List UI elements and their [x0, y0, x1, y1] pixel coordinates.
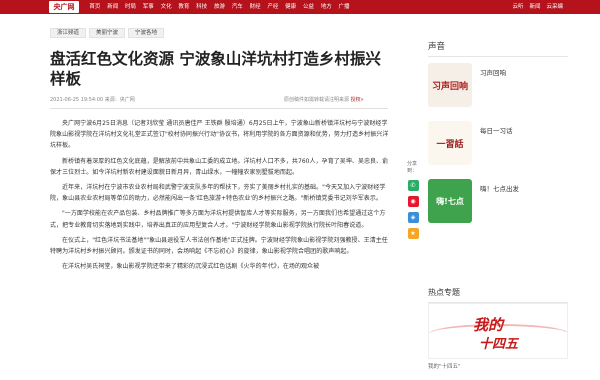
banner-text: 我的	[473, 316, 504, 334]
copyright-note: 原创稿件如需转载请注明来源	[284, 97, 350, 103]
nav-item[interactable]: 文化	[157, 0, 175, 14]
article-meta: 2021-06-25 19:54:00 来源：央广网	[50, 97, 135, 103]
top-right-links: 云听 新闻 云采编	[509, 0, 566, 14]
weibo-icon[interactable]: ◉	[407, 196, 419, 207]
nav-item[interactable]: 时局	[122, 0, 140, 14]
sidebar: 声音 习声回响 习声回响 一習話 每日一习话 嗨!七点 嗨！七点出发	[428, 40, 568, 237]
share-bar: 分享到： ✆ ◉ ◈ ★	[407, 160, 419, 244]
qzone-icon[interactable]: ★	[407, 228, 419, 239]
share-label: 分享到：	[407, 161, 418, 174]
top-link-yunting[interactable]: 云听	[509, 0, 526, 14]
qq-icon[interactable]: ◈	[407, 212, 419, 223]
nav-item[interactable]: 教育	[175, 0, 193, 14]
sidebar-heading: 声音	[428, 40, 568, 57]
card-title[interactable]: 每日一习话	[480, 125, 513, 135]
sidebar-card[interactable]: 嗨!七点 嗨！七点出发	[428, 179, 568, 229]
card-thumbnail: 一習話	[428, 121, 472, 165]
card-thumbnail: 嗨!七点	[428, 179, 472, 223]
nav-item[interactable]: 旅游	[211, 0, 229, 14]
nav-item[interactable]: 健康	[282, 0, 300, 14]
top-nav-bar: 央广网 首页 新闻 时局 军事 文化 教育 科技 旅游 汽车 财经 产经 健康 …	[0, 0, 600, 14]
article-paragraph: 在仪式上，"红色洋坑书法基地""象山县退役军人书法创作基地"正式挂牌。宁波财经学…	[50, 236, 388, 256]
card-title[interactable]: 嗨！七点出发	[480, 183, 519, 193]
sidebar-card[interactable]: 一習話 每日一习话	[428, 121, 568, 171]
nav-item[interactable]: 军事	[139, 0, 157, 14]
article-paragraph: 新桥镇有着深厚的红色文化底蕴，是解放前中共象山工委的成立地。洋坑村人口不多，共7…	[50, 157, 389, 176]
authorize-link[interactable]: 授权»	[351, 97, 364, 103]
article-title: 盘活红色文化资源 宁波象山洋坑村打造乡村振兴样板	[50, 50, 381, 88]
article-paragraph: 近年来，洋坑村在宁波市农业农村局和武警宁波支队多年的帮扶下，夯实了美丽乡村扎实的…	[50, 184, 386, 203]
nav-item[interactable]: 财经	[246, 0, 264, 14]
article-paragraph: 在洋坑村吴氏祠堂，象山影视学院还带来了精彩的沉浸式红色话剧《火华的年代》，在场的…	[62, 263, 320, 271]
card-title[interactable]: 习声回响	[480, 67, 506, 77]
banner-text: 十四五	[479, 337, 519, 352]
top-link-yuncaibian[interactable]: 云采编	[543, 0, 566, 14]
top-link-news[interactable]: 新闻	[526, 0, 543, 14]
nav-item[interactable]: 广播	[335, 0, 353, 14]
nav-item[interactable]: 新闻	[104, 0, 122, 14]
nav-item[interactable]: 产经	[264, 0, 282, 14]
breadcrumb-item[interactable]: 美丽宁波	[89, 28, 126, 38]
site-logo[interactable]: 央广网	[49, 1, 79, 13]
sidebar-card[interactable]: 习声回响 习声回响	[428, 63, 568, 113]
nav-item[interactable]: 科技	[193, 0, 211, 14]
title-divider	[50, 108, 388, 109]
article-body: 央广网宁波6月25日消息（记者刘欣莹 通讯员唐佳严 王铁群 殷培通）6月25日上…	[50, 118, 390, 276]
article-paragraph: 央广网宁波6月25日消息（记者刘欣莹 通讯员唐佳严 王铁群 殷培通）6月25日上…	[50, 120, 389, 150]
hot-topic-caption[interactable]: 我的"十四五"	[428, 362, 461, 370]
nav-item[interactable]: 首页	[86, 0, 104, 14]
article-copyright: 原创稿件如需转载请注明来源 授权»	[284, 96, 364, 103]
article-paragraph: "一方面学校能在农产品包装、乡村品牌推广等多方面为洋坑村提供智库人才等实际服务，…	[50, 210, 386, 229]
card-thumbnail: 习声回响	[428, 63, 472, 107]
hot-topic-banner[interactable]: 我的 十四五	[428, 303, 568, 359]
hot-topics-heading: 热点专题	[428, 287, 568, 303]
wechat-icon[interactable]: ✆	[407, 180, 419, 191]
nav-item[interactable]: 汽车	[228, 0, 246, 14]
nav-item[interactable]: 公益	[300, 0, 318, 14]
breadcrumb-item[interactable]: 宁波各地	[128, 28, 165, 38]
main-nav: 首页 新闻 时局 军事 文化 教育 科技 旅游 汽车 财经 产经 健康 公益 地…	[86, 0, 353, 14]
breadcrumb-item[interactable]: 浙江频道	[50, 28, 87, 38]
nav-item[interactable]: 地方	[317, 0, 335, 14]
breadcrumb: 浙江频道 美丽宁波 宁波各地	[50, 28, 167, 38]
